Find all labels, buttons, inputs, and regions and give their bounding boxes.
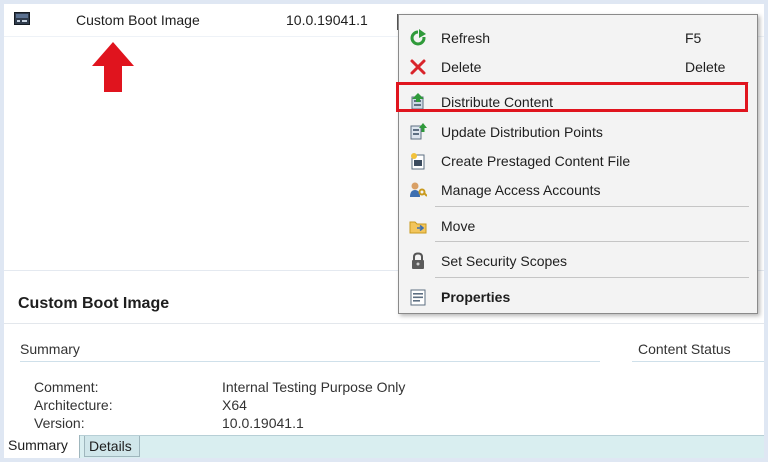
shortcut-refresh: F5 <box>685 30 702 46</box>
menu-label-move: Move <box>441 218 476 234</box>
shortcut-delete: Delete <box>685 59 726 75</box>
version-value: 10.0.19041.1 <box>222 415 304 431</box>
menu-label-delete: Delete <box>441 59 482 75</box>
comment-value: Internal Testing Purpose Only <box>222 379 406 395</box>
red-arrow-up-icon <box>92 42 134 92</box>
tab-details[interactable]: Details <box>84 436 140 457</box>
menu-separator <box>435 206 749 207</box>
menu-item-properties[interactable]: Properties <box>399 282 757 312</box>
architecture-value: X64 <box>222 397 247 413</box>
row-name: Custom Boot Image <box>76 12 200 28</box>
menu-item-move[interactable]: Move <box>399 211 757 241</box>
divider <box>20 361 600 362</box>
menu-item-set-security-scopes[interactable]: Set Security Scopes <box>399 246 757 276</box>
menu-separator <box>435 241 749 242</box>
delete-icon <box>409 58 427 76</box>
lock-icon <box>409 252 427 270</box>
menu-item-refresh[interactable]: Refresh F5 <box>399 23 757 53</box>
menu-item-create-prestaged-content[interactable]: Create Prestaged Content File <box>399 146 757 176</box>
refresh-icon <box>409 29 427 47</box>
context-menu: Refresh F5 Delete Delete Distribute Cont… <box>396 14 758 314</box>
menu-label-set-security-scopes: Set Security Scopes <box>441 253 568 269</box>
properties-icon <box>409 288 427 306</box>
comment-label: Comment: <box>34 379 99 395</box>
menu-item-update-distribution-points[interactable]: Update Distribution Points <box>399 117 757 147</box>
folder-move-icon <box>409 217 427 235</box>
console-window: Custom Boot Image 10.0.19041.1 Custom Bo… <box>4 4 764 458</box>
details-title: Custom Boot Image <box>18 295 170 312</box>
highlight-box <box>396 82 748 112</box>
tab-summary[interactable]: Summary <box>4 435 80 458</box>
boot-image-icon <box>14 12 30 25</box>
version-label: Version: <box>34 415 85 431</box>
menu-label-create-prestaged-content: Create Prestaged Content File <box>441 153 631 169</box>
summary-section-label: Summary <box>20 341 80 357</box>
divider <box>4 323 764 324</box>
architecture-label: Architecture: <box>34 397 113 413</box>
menu-item-manage-access-accounts[interactable]: Manage Access Accounts <box>399 175 757 205</box>
divider <box>632 361 764 362</box>
update-distribution-points-icon <box>409 123 427 141</box>
menu-label-properties: Properties <box>441 289 511 305</box>
content-status-label: Content Status <box>638 341 731 357</box>
tab-strip: Summary Details <box>4 435 764 458</box>
menu-label-refresh: Refresh <box>441 30 491 46</box>
menu-separator <box>435 277 749 278</box>
menu-label-update-distribution-points: Update Distribution Points <box>441 124 603 140</box>
menu-label-manage-access-accounts: Manage Access Accounts <box>441 182 601 198</box>
row-version: 10.0.19041.1 <box>286 12 368 28</box>
access-accounts-icon <box>409 181 428 199</box>
menu-item-delete[interactable]: Delete Delete <box>399 52 757 82</box>
prestaged-content-icon <box>409 152 427 170</box>
